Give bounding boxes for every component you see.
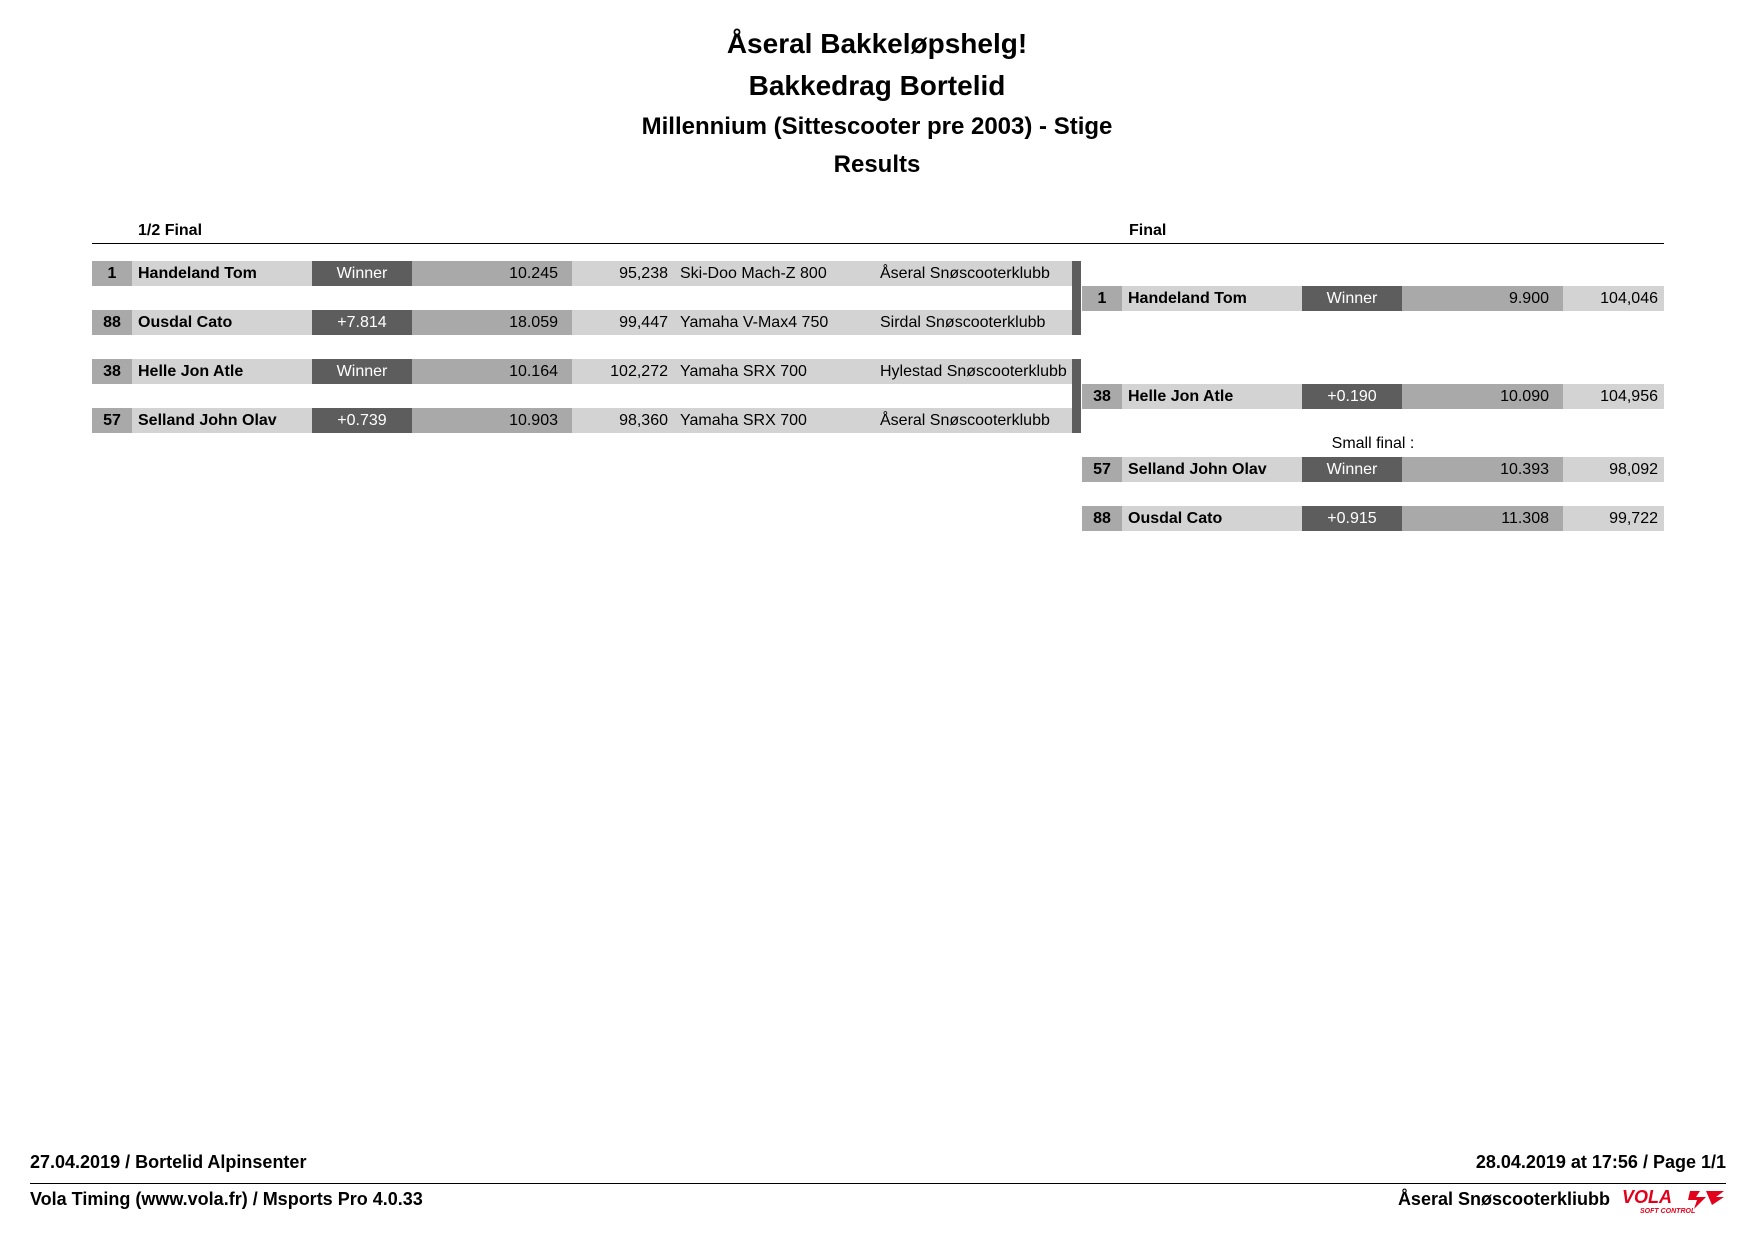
vehicle: Yamaha SRX 700 <box>674 408 874 433</box>
racer-name: Selland John Olav <box>1122 457 1302 482</box>
racer-name: Ousdal Cato <box>1122 506 1302 531</box>
footer-date-venue: 27.04.2019 / Bortelid Alpinsenter <box>30 1152 307 1172</box>
small-final-label: Small final : <box>1331 435 1415 452</box>
racer-name: Helle Jon Atle <box>1122 384 1302 409</box>
race-result: +7.814 <box>312 310 412 335</box>
race-time: 10.903 <box>412 408 572 433</box>
race-result: Winner <box>312 261 412 286</box>
race-speed: 99,722 <box>1563 506 1664 531</box>
race-result: +0.915 <box>1302 506 1402 531</box>
bib-number: 88 <box>92 310 132 335</box>
bib-number: 38 <box>92 359 132 384</box>
racer-name: Handeland Tom <box>1122 286 1302 311</box>
logo-bolt <box>1688 1191 1706 1209</box>
logo-tagline: SOFT CONTROL <box>1640 1208 1695 1215</box>
race-time: 10.393 <box>1402 457 1563 482</box>
class-title: Millennium (Sittescooter pre 2003) - Sti… <box>641 113 1113 140</box>
final-label: Final <box>1129 222 1167 239</box>
club: Hylestad Snøscooterklubb <box>874 359 1072 384</box>
race-result: Winner <box>1302 286 1402 311</box>
club: Åseral Snøscooterklubb <box>874 408 1072 433</box>
bib-number: 1 <box>1082 286 1122 311</box>
race-result: Winner <box>1302 457 1402 482</box>
bib-number: 88 <box>1082 506 1122 531</box>
race-time: 10.164 <box>412 359 572 384</box>
bib-number: 38 <box>1082 384 1122 409</box>
racer-name: Selland John Olav <box>132 408 312 433</box>
results-title: Results <box>833 151 921 178</box>
semi-final-label: 1/2 Final <box>138 222 203 239</box>
race-speed: 98,360 <box>572 408 674 433</box>
footer-divider <box>30 1183 1726 1184</box>
racer-name: Helle Jon Atle <box>132 359 312 384</box>
race-time: 9.900 <box>1402 286 1563 311</box>
section-divider <box>92 243 1664 244</box>
race-time: 10.090 <box>1402 384 1563 409</box>
race-speed: 102,272 <box>572 359 674 384</box>
racer-name: Ousdal Cato <box>132 310 312 335</box>
bib-number: 1 <box>92 261 132 286</box>
vehicle: Yamaha V-Max4 750 <box>674 310 874 335</box>
footer-software: Vola Timing (www.vola.fr) / Msports Pro … <box>30 1189 423 1209</box>
race-time: 18.059 <box>412 310 572 335</box>
race-speed: 95,238 <box>572 261 674 286</box>
bracket-connector <box>1072 261 1081 335</box>
race-speed: 104,046 <box>1563 286 1664 311</box>
event-title: Åseral Bakkeløpshelg! <box>726 28 1028 59</box>
race-speed: 98,092 <box>1563 457 1664 482</box>
race-speed: 104,956 <box>1563 384 1664 409</box>
club: Åseral Snøscooterklubb <box>874 261 1072 286</box>
vola-logo-icon: VOLA SOFT CONTROL <box>1622 1187 1724 1215</box>
footer-organizer: Åseral Snøscooterkliubb <box>1397 1189 1610 1209</box>
vehicle: Ski-Doo Mach-Z 800 <box>674 261 874 286</box>
race-time: 10.245 <box>412 261 572 286</box>
logo-arrow <box>1706 1191 1724 1205</box>
bib-number: 57 <box>1082 457 1122 482</box>
logo-wordmark: VOLA <box>1622 1187 1672 1207</box>
footer-print-info: 28.04.2019 at 17:56 / Page 1/1 <box>1475 1152 1726 1172</box>
race-result: Winner <box>312 359 412 384</box>
bracket-connector <box>1072 359 1081 433</box>
venue-title: Bakkedrag Bortelid <box>748 70 1006 101</box>
race-time: 11.308 <box>1402 506 1563 531</box>
bib-number: 57 <box>92 408 132 433</box>
race-result: +0.190 <box>1302 384 1402 409</box>
race-result: +0.739 <box>312 408 412 433</box>
club: Sirdal Snøscooterklubb <box>874 310 1072 335</box>
race-speed: 99,447 <box>572 310 674 335</box>
racer-name: Handeland Tom <box>132 261 312 286</box>
vehicle: Yamaha SRX 700 <box>674 359 874 384</box>
